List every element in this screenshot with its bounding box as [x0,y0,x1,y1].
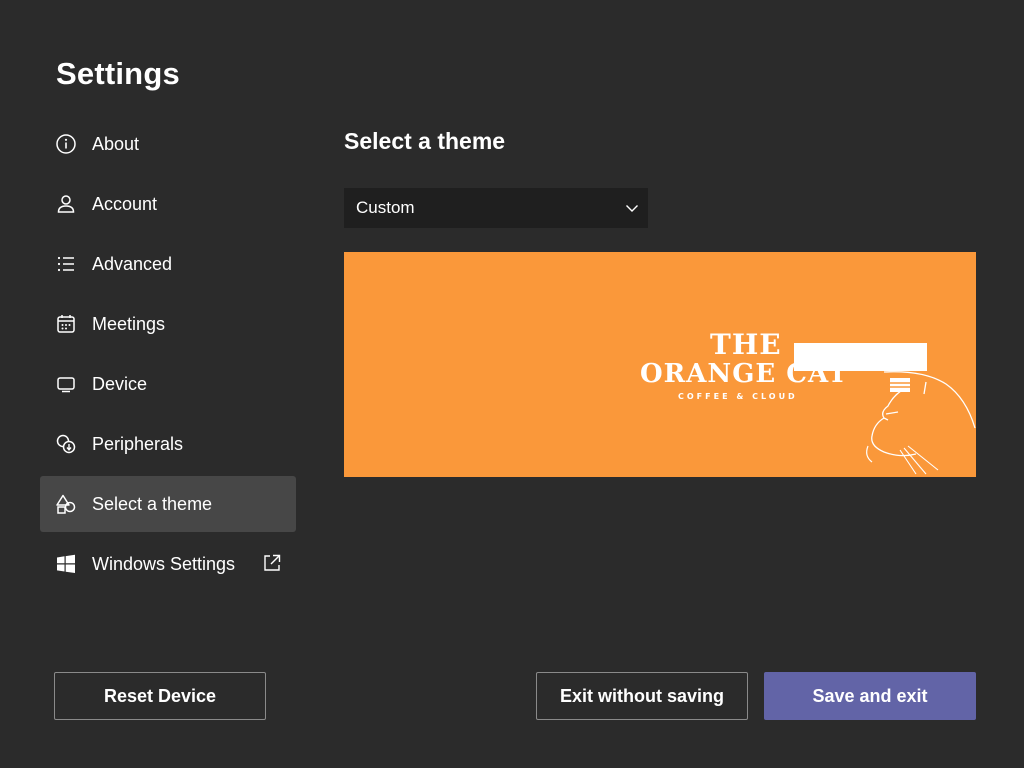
list-icon [55,253,77,275]
sidebar-item-device[interactable]: Device [40,356,296,412]
sidebar-item-label: About [92,134,140,154]
exit-without-saving-button[interactable]: Exit without saving [536,672,748,720]
windows-icon [55,553,77,575]
sidebar-item-label: Select a theme [92,494,213,514]
sidebar-item-label: Meetings [92,314,166,334]
sidebar-item-advanced[interactable]: Advanced [40,236,296,292]
sidebar: About Account Advanced Meetings Device P… [40,116,296,596]
theme-dropdown-value: Custom [356,198,415,217]
sidebar-item-label: Device [92,374,148,394]
save-and-exit-button[interactable]: Save and exit [764,672,976,720]
info-icon [55,133,77,155]
theme-dropdown[interactable]: Custom [344,188,648,228]
theme-preview: THE ORANGE CAT COFFEE & CLOUD [344,252,976,477]
page-title: Settings [56,56,180,91]
sidebar-item-account[interactable]: Account [40,176,296,232]
sidebar-item-label: Peripherals [92,434,184,454]
sidebar-item-label: Advanced [92,254,173,274]
external-link-icon [262,553,282,573]
sidebar-item-select-a-theme[interactable]: Select a theme [40,476,296,532]
peripherals-icon [55,433,77,455]
chevron-down-icon [625,201,639,215]
reset-device-button[interactable]: Reset Device [54,672,266,720]
sidebar-item-meetings[interactable]: Meetings [40,296,296,352]
logo-text-the: THE [710,328,782,361]
shapes-icon [55,493,77,515]
sidebar-item-label: Windows Settings [92,554,236,574]
sidebar-item-label: Account [92,194,158,214]
cat-illustration [866,371,976,475]
calendar-icon [55,313,77,335]
monitor-icon [55,373,77,395]
section-title: Select a theme [344,128,506,154]
sidebar-item-about[interactable]: About [40,116,296,172]
sidebar-item-peripherals[interactable]: Peripherals [40,416,296,472]
settings-page: Settings About Account Advanced Meetings… [0,0,1024,768]
person-icon [55,193,77,215]
sidebar-item-windows-settings[interactable]: Windows Settings [40,536,296,592]
logo-tagline: COFFEE & CLOUD [678,392,798,401]
